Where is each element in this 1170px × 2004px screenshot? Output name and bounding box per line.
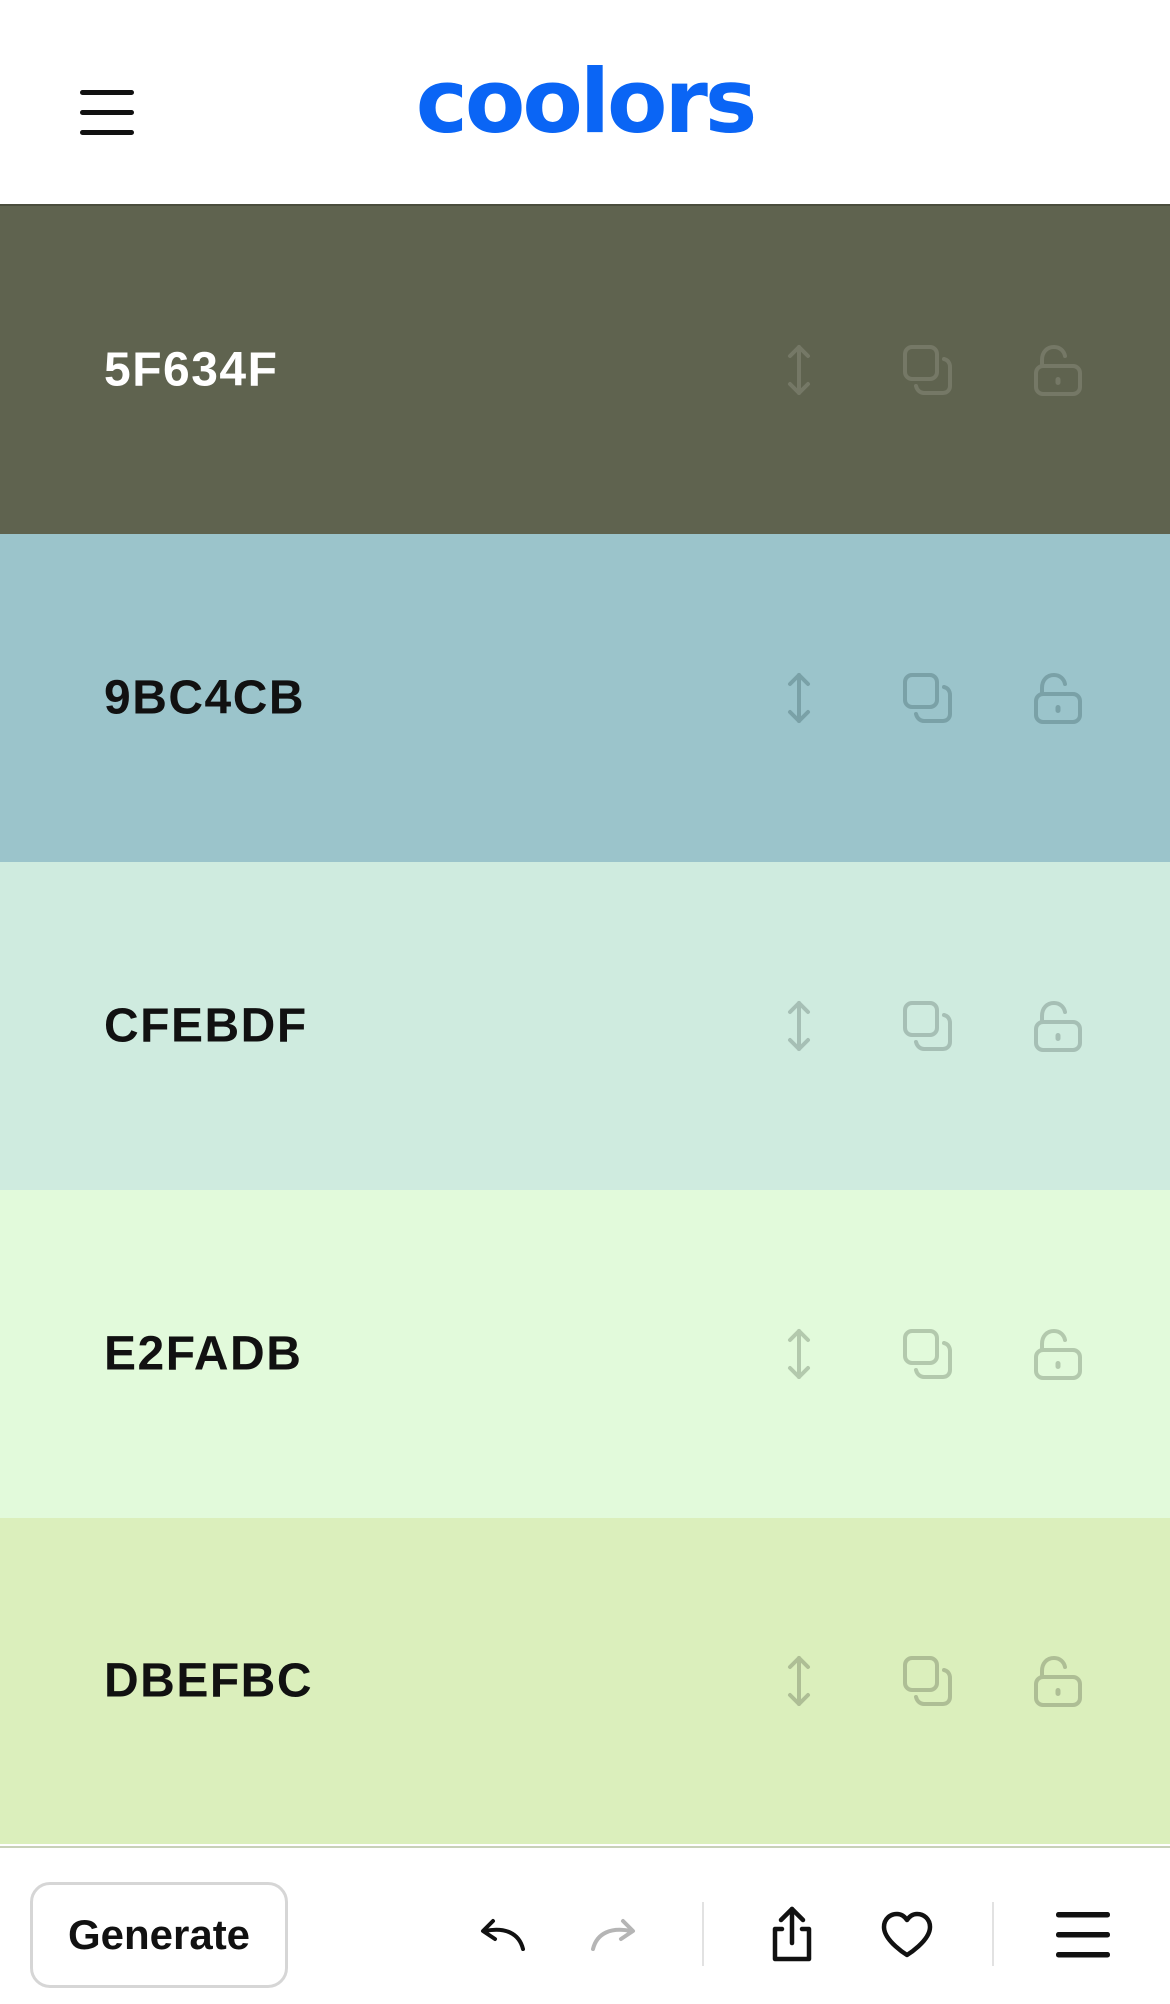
color-swatch[interactable]: 5F634F	[0, 206, 1170, 534]
heart-icon[interactable]	[874, 1902, 940, 1968]
drag-icon[interactable]	[771, 342, 827, 398]
undo-icon[interactable]	[468, 1902, 534, 1968]
top-header: coolors	[0, 0, 1170, 206]
copy-icon[interactable]	[900, 1326, 956, 1382]
drag-icon[interactable]	[771, 1326, 827, 1382]
copy-icon[interactable]	[900, 1653, 956, 1709]
hex-code[interactable]: DBEFBC	[104, 1654, 313, 1709]
color-swatch[interactable]: E2FADB	[0, 1190, 1170, 1518]
hex-code[interactable]: CFEBDF	[104, 999, 308, 1054]
copy-icon[interactable]	[900, 998, 956, 1054]
hex-code[interactable]: 5F634F	[104, 343, 278, 398]
redo-icon[interactable]	[582, 1902, 648, 1968]
unlock-icon[interactable]	[1030, 342, 1086, 398]
unlock-icon[interactable]	[1030, 998, 1086, 1054]
color-swatch[interactable]: 9BC4CB	[0, 534, 1170, 862]
unlock-icon[interactable]	[1030, 670, 1086, 726]
toolbar-divider	[702, 1902, 704, 1966]
color-swatch[interactable]: DBEFBC	[0, 1518, 1170, 1844]
drag-icon[interactable]	[771, 1653, 827, 1709]
color-swatch[interactable]: CFEBDF	[0, 862, 1170, 1190]
hex-code[interactable]: 9BC4CB	[104, 671, 305, 726]
copy-icon[interactable]	[900, 670, 956, 726]
menu-icon[interactable]	[1050, 1902, 1116, 1968]
hex-code[interactable]: E2FADB	[104, 1327, 302, 1382]
palette: 5F634F 9BC4CB CFEBDF E2FADB DBEFBC	[0, 206, 1170, 1844]
copy-icon[interactable]	[900, 342, 956, 398]
drag-icon[interactable]	[771, 670, 827, 726]
unlock-icon[interactable]	[1030, 1653, 1086, 1709]
drag-icon[interactable]	[771, 998, 827, 1054]
toolbar-divider	[992, 1902, 994, 1966]
unlock-icon[interactable]	[1030, 1326, 1086, 1382]
coolors-logo[interactable]: coolors	[390, 52, 780, 152]
share-icon[interactable]	[759, 1902, 825, 1968]
menu-icon[interactable]	[78, 88, 138, 138]
generate-button[interactable]: Generate	[30, 1882, 288, 1988]
bottom-toolbar: Generate	[0, 1846, 1170, 2004]
